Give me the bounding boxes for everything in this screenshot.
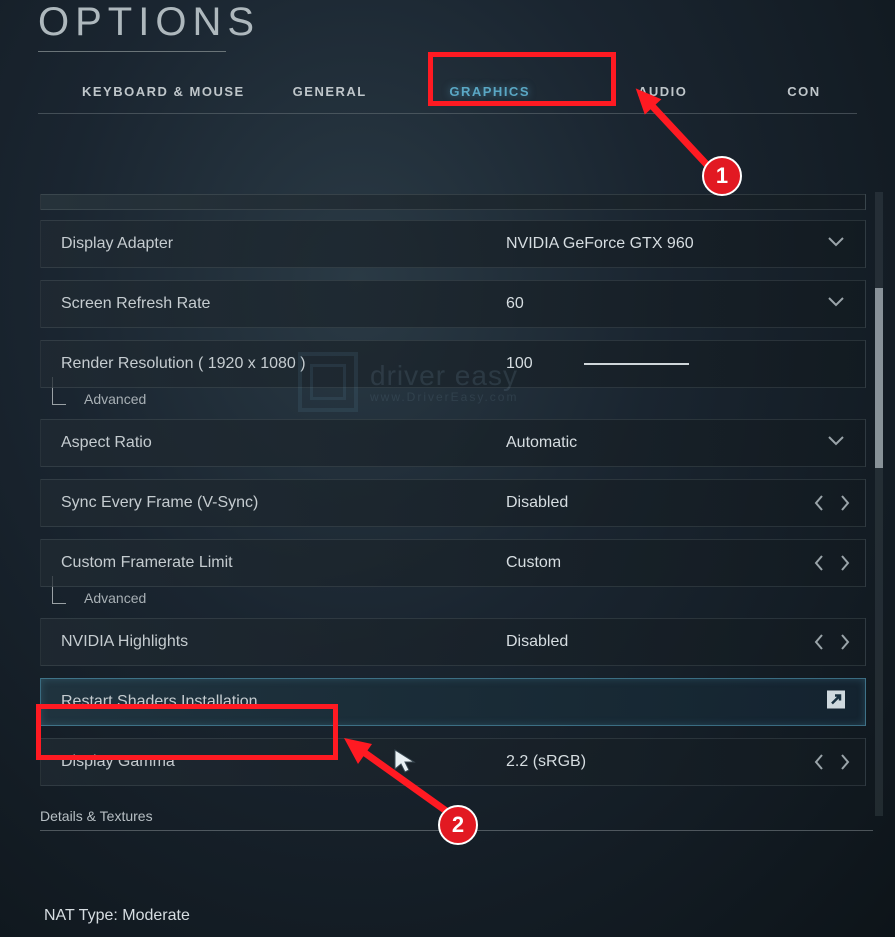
setting-label: Sync Every Frame (V-Sync) (41, 494, 506, 512)
tab-con[interactable]: CON (741, 70, 821, 113)
setting-value: Automatic (506, 434, 865, 452)
tab-keyboard-mouse[interactable]: KEYBOARD & MOUSE (62, 70, 265, 113)
setting-label: Display Adapter (41, 235, 506, 253)
setting-display-adapter-row[interactable]: Display Adapter NVIDIA GeForce GTX 960 (40, 220, 866, 268)
setting-label: Aspect Ratio (41, 434, 506, 452)
setting-label: Render Resolution ( 1920 x 1080 ) (41, 355, 506, 373)
page-title: OPTIONS (38, 0, 895, 45)
setting-value: 100 (506, 355, 865, 373)
chevron-down-icon[interactable] (827, 235, 845, 253)
setting-refresh-rate-row[interactable]: Screen Refresh Rate 60 (40, 280, 866, 328)
setting-label: Screen Refresh Rate (41, 295, 506, 313)
tabs-bar: KEYBOARD & MOUSE GENERAL GRAPHICS AUDIO … (0, 70, 895, 113)
tab-audio[interactable]: AUDIO (585, 70, 741, 113)
setting-value: Disabled (506, 494, 865, 512)
setting-aspect-ratio-row[interactable]: Aspect Ratio Automatic (40, 419, 866, 467)
chevron-down-icon[interactable] (827, 295, 845, 313)
chevron-right-icon[interactable] (839, 753, 851, 771)
title-underline (38, 51, 226, 52)
annotation-badge-1: 1 (702, 156, 742, 196)
setting-label: NVIDIA Highlights (41, 633, 506, 651)
render-resolution-slider[interactable] (584, 363, 689, 365)
setting-display-gamma-row[interactable]: Display Gamma 2.2 (sRGB) (40, 738, 866, 786)
nat-type-value: Moderate (122, 907, 190, 924)
settings-scroll-area: Display Adapter NVIDIA GeForce GTX 960 S… (0, 194, 895, 831)
setting-label: Restart Shaders Installation (41, 693, 506, 711)
value-arrows (813, 753, 851, 771)
setting-render-resolution-row[interactable]: Render Resolution ( 1920 x 1080 ) 100 (40, 340, 866, 388)
render-resolution-advanced-branch: Advanced (40, 396, 895, 407)
render-resolution-value: 100 (506, 355, 533, 372)
tab-graphics[interactable]: GRAPHICS (395, 70, 585, 113)
value-arrows (813, 554, 851, 572)
setting-vsync-row[interactable]: Sync Every Frame (V-Sync) Disabled (40, 479, 866, 527)
setting-value: Disabled (506, 633, 865, 651)
advanced-sub-label[interactable]: Advanced (84, 391, 146, 407)
setting-value: NVIDIA GeForce GTX 960 (506, 235, 865, 253)
setting-framerate-limit-row[interactable]: Custom Framerate Limit Custom (40, 539, 866, 587)
setting-restart-shaders-row[interactable]: Restart Shaders Installation (40, 678, 866, 726)
section-details-textures: Details & Textures (40, 808, 895, 824)
chevron-right-icon[interactable] (839, 633, 851, 651)
chevron-right-icon[interactable] (839, 554, 851, 572)
scrollbar-thumb[interactable] (875, 288, 883, 468)
setting-label: Display Gamma (41, 753, 506, 771)
value-arrows (813, 633, 851, 651)
footer-nat: NAT Type: Moderate (44, 907, 190, 925)
setting-label: Custom Framerate Limit (41, 554, 506, 572)
chevron-left-icon[interactable] (813, 554, 825, 572)
setting-value: Custom (506, 554, 865, 572)
chevron-left-icon[interactable] (813, 633, 825, 651)
chevron-left-icon[interactable] (813, 753, 825, 771)
scrollbar-track[interactable] (875, 192, 883, 816)
tab-general[interactable]: GENERAL (265, 70, 395, 113)
setting-nvidia-highlights-row[interactable]: NVIDIA Highlights Disabled (40, 618, 866, 666)
list-top-sliver (40, 194, 866, 210)
chevron-left-icon[interactable] (813, 494, 825, 512)
setting-value: 2.2 (sRGB) (506, 753, 865, 771)
chevron-down-icon[interactable] (827, 434, 845, 452)
framerate-advanced-branch: Advanced (40, 595, 895, 606)
value-arrows (813, 494, 851, 512)
setting-value: 60 (506, 295, 865, 313)
section-underline (40, 830, 873, 831)
tabs-underline (38, 113, 857, 114)
advanced-sub-label[interactable]: Advanced (84, 590, 146, 606)
chevron-right-icon[interactable] (839, 494, 851, 512)
nat-type-label: NAT Type: (44, 907, 118, 924)
external-action-icon[interactable] (825, 689, 847, 716)
